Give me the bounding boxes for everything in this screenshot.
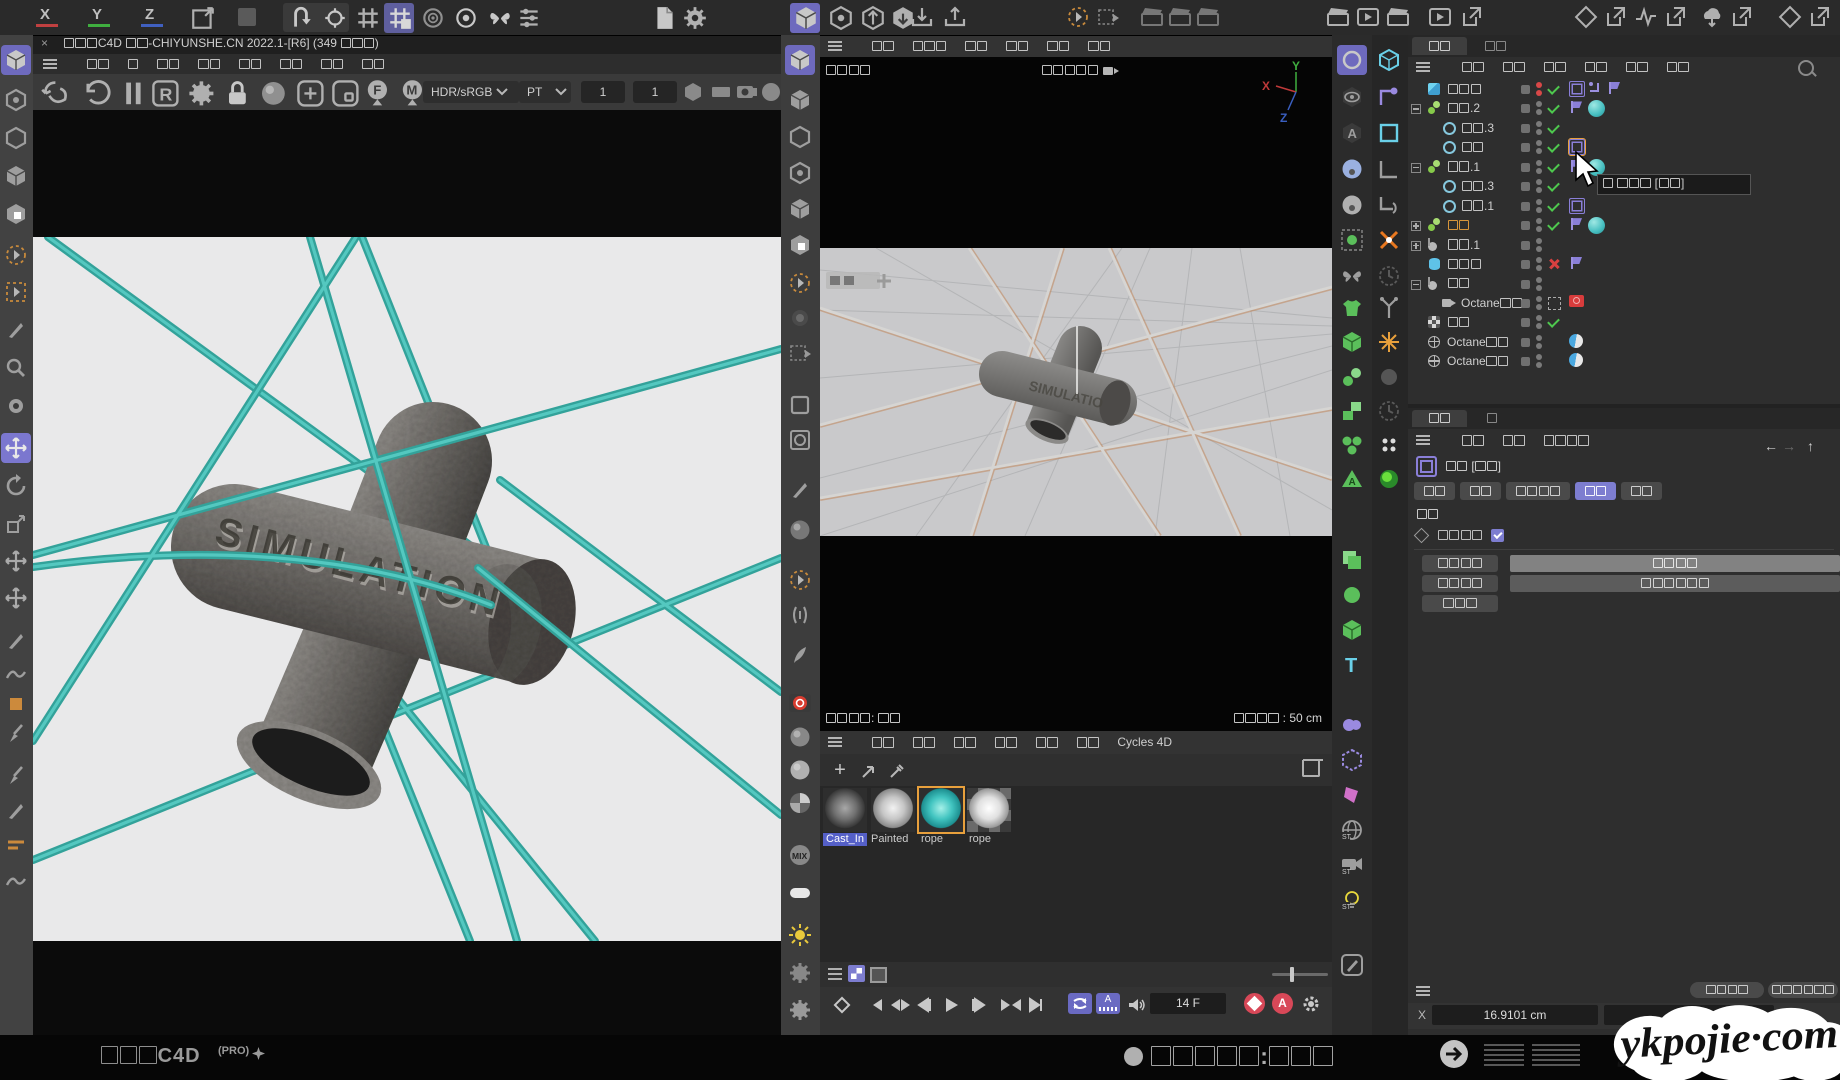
svg-text:Y: Y <box>1292 60 1300 73</box>
svg-text:M: M <box>406 83 417 98</box>
svg-text:T: T <box>1345 655 1357 677</box>
svg-text:A: A <box>1349 477 1356 488</box>
svg-text:ST: ST <box>1342 904 1352 911</box>
svg-text:F: F <box>373 83 381 98</box>
svg-text:R: R <box>159 85 172 105</box>
svg-text:ST: ST <box>1342 869 1352 876</box>
svg-text:Z: Z <box>1280 111 1287 125</box>
svg-text:A: A <box>1348 126 1358 141</box>
svg-text:MIX: MIX <box>792 851 807 861</box>
svg-text:ST: ST <box>1342 834 1352 841</box>
svg-text:X: X <box>1262 79 1270 93</box>
